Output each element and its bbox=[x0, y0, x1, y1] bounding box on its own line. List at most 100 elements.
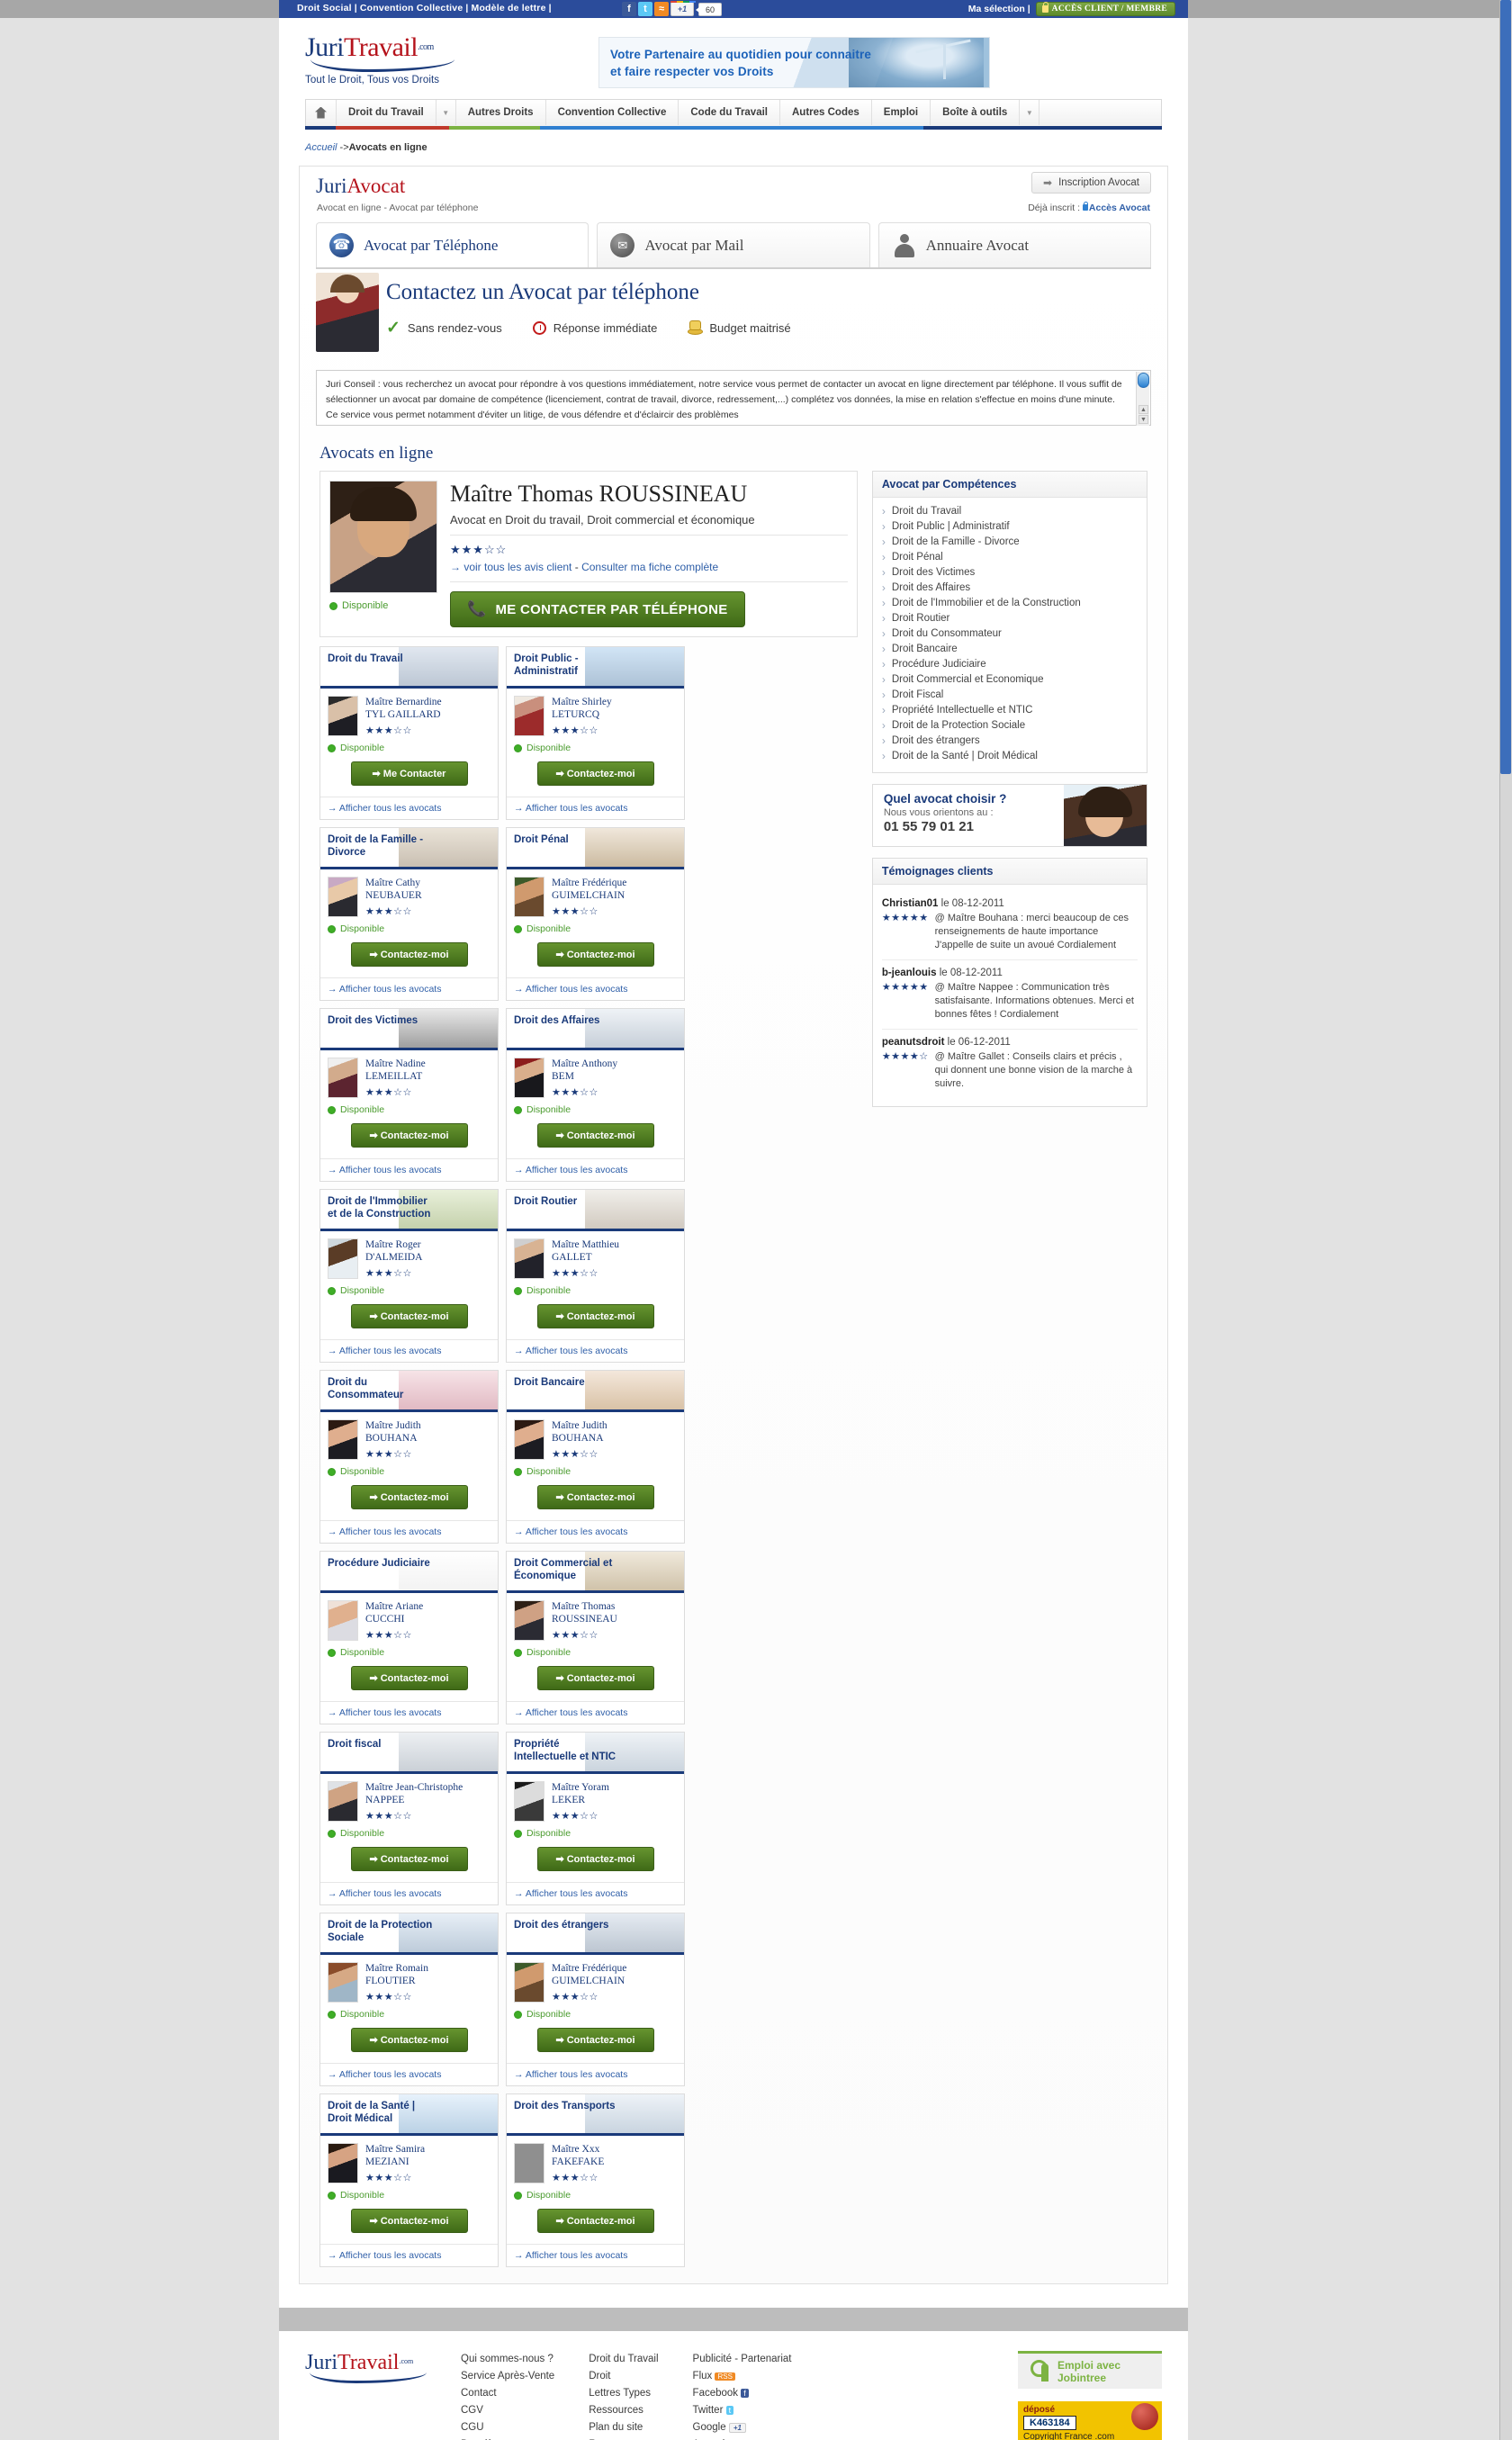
facebook-icon[interactable]: f bbox=[622, 2, 636, 16]
top-link-modele[interactable]: Modèle de lettre bbox=[472, 3, 546, 14]
afficher-tous-link[interactable]: → Afficher tous les avocats bbox=[328, 1165, 441, 1175]
page-scrollbar-thumb[interactable] bbox=[1500, 0, 1511, 774]
footer-link[interactable]: Bannières bbox=[461, 2436, 554, 2440]
competence-item[interactable]: Droit Pénal bbox=[882, 550, 1138, 565]
nav-caret-boite-a-outils[interactable]: ▼ bbox=[1020, 100, 1040, 125]
afficher-tous-link[interactable]: → Afficher tous les avocats bbox=[328, 1707, 441, 1718]
acces-client-button[interactable]: ACCÈS CLIENT / MEMBRE bbox=[1035, 2, 1175, 16]
description-scrollbar[interactable]: ▲ ▼ bbox=[1136, 372, 1149, 426]
afficher-tous-link[interactable]: → Afficher tous les avocats bbox=[328, 1526, 441, 1537]
competence-item[interactable]: Droit du Travail bbox=[882, 504, 1138, 519]
nav-item-droit-du-travail[interactable]: Droit du Travail bbox=[337, 100, 436, 125]
afficher-tous-link[interactable]: → Afficher tous les avocats bbox=[514, 803, 627, 814]
scroll-up-icon[interactable]: ▲ bbox=[1138, 405, 1148, 414]
afficher-tous-link[interactable]: → Afficher tous les avocats bbox=[328, 1888, 441, 1899]
scroll-down-icon[interactable]: ▼ bbox=[1138, 415, 1148, 424]
header-banner[interactable]: Votre Partenaire au quotidien pour conna… bbox=[598, 37, 990, 88]
nav-home[interactable] bbox=[306, 100, 337, 125]
site-logo[interactable]: JuriTravail.com Tout le Droit, Tous vos … bbox=[305, 32, 499, 86]
google-plus-icon[interactable]: +1 bbox=[670, 1, 696, 16]
top-link-convention[interactable]: Convention Collective bbox=[360, 3, 463, 14]
contact-button[interactable]: ➡ Contactez-moi bbox=[536, 1485, 654, 1509]
afficher-tous-link[interactable]: → Afficher tous les avocats bbox=[514, 1346, 627, 1356]
contact-button[interactable]: ➡ Contactez-moi bbox=[350, 1304, 468, 1328]
acces-avocat-link[interactable]: Accès Avocat bbox=[1089, 203, 1150, 213]
breadcrumb-home[interactable]: Accueil bbox=[305, 142, 337, 153]
nav-caret-droit-du-travail[interactable]: ▼ bbox=[436, 100, 456, 125]
competence-item[interactable]: Droit des Affaires bbox=[882, 581, 1138, 596]
contact-button[interactable]: ➡ Me Contacter bbox=[350, 761, 468, 786]
contact-button[interactable]: ➡ Contactez-moi bbox=[536, 942, 654, 967]
contact-button[interactable]: ➡ Contactez-moi bbox=[350, 1847, 468, 1871]
contact-button[interactable]: ➡ Contactez-moi bbox=[350, 1123, 468, 1148]
footer-logo[interactable]: JuriTravail.com bbox=[305, 2351, 427, 2440]
tab-annuaire-avocat[interactable]: Annuaire Avocat bbox=[878, 222, 1151, 267]
footer-link[interactable]: CGU bbox=[461, 2419, 554, 2436]
competence-item[interactable]: Procédure Judiciaire bbox=[882, 657, 1138, 672]
competence-item[interactable]: Droit Routier bbox=[882, 611, 1138, 626]
footer-link[interactable]: Lettres Types bbox=[589, 2385, 658, 2402]
footer-link[interactable]: Annuaire avocat bbox=[693, 2436, 792, 2440]
description-scrollbox[interactable]: Juri Conseil : vous recherchez un avocat… bbox=[316, 370, 1151, 426]
nav-item-code-du-travail[interactable]: Code du Travail bbox=[679, 100, 780, 125]
page-scrollbar[interactable] bbox=[1499, 0, 1512, 2440]
footer-link[interactable]: Plan du site bbox=[589, 2419, 658, 2436]
competence-item[interactable]: Droit de l'Immobilier et de la Construct… bbox=[882, 596, 1138, 611]
afficher-tous-link[interactable]: → Afficher tous les avocats bbox=[514, 2250, 627, 2261]
contact-button[interactable]: ➡ Contactez-moi bbox=[536, 2028, 654, 2052]
afficher-tous-link[interactable]: → Afficher tous les avocats bbox=[328, 1346, 441, 1356]
nav-item-emploi[interactable]: Emploi bbox=[872, 100, 932, 125]
competence-item[interactable]: Droit du Consommateur bbox=[882, 626, 1138, 642]
contact-button[interactable]: ➡ Contactez-moi bbox=[350, 1666, 468, 1690]
footer-link[interactable]: Droit du Travail bbox=[589, 2351, 658, 2368]
competence-item[interactable]: Propriété Intellectuelle et NTIC bbox=[882, 703, 1138, 718]
footer-link[interactable]: Recrutement bbox=[589, 2436, 658, 2440]
footer-link[interactable]: Facebook f bbox=[693, 2385, 792, 2402]
afficher-tous-link[interactable]: → Afficher tous les avocats bbox=[328, 2250, 441, 2261]
link-voir-avis[interactable]: → voir tous les avis client bbox=[450, 561, 572, 573]
afficher-tous-link[interactable]: → Afficher tous les avocats bbox=[514, 1165, 627, 1175]
competence-item[interactable]: Droit Bancaire bbox=[882, 642, 1138, 657]
footer-link[interactable]: Droit bbox=[589, 2368, 658, 2385]
ma-selection-link[interactable]: Ma sélection | bbox=[968, 4, 1030, 14]
tab-avocat-par-mail[interactable]: Avocat par Mail bbox=[597, 222, 870, 267]
footer-link[interactable]: Contact bbox=[461, 2385, 554, 2402]
competence-item[interactable]: Droit Public | Administratif bbox=[882, 519, 1138, 535]
nav-item-autres-droits[interactable]: Autres Droits bbox=[456, 100, 546, 125]
afficher-tous-link[interactable]: → Afficher tous les avocats bbox=[514, 984, 627, 995]
footer-link[interactable]: Google +1 bbox=[693, 2419, 792, 2436]
competence-item[interactable]: Droit de la Protection Sociale bbox=[882, 718, 1138, 734]
link-fiche-complete[interactable]: Consulter ma fiche complète bbox=[581, 561, 718, 573]
footer-link[interactable]: CGV bbox=[461, 2402, 554, 2419]
afficher-tous-link[interactable]: → Afficher tous les avocats bbox=[328, 984, 441, 995]
tab-avocat-par-telephone[interactable]: Avocat par Téléphone bbox=[316, 222, 590, 267]
contact-button[interactable]: ➡ Contactez-moi bbox=[350, 2028, 468, 2052]
twitter-icon[interactable]: t bbox=[638, 2, 652, 16]
footer-link[interactable]: Ressources bbox=[589, 2402, 658, 2419]
jobintree-badge[interactable]: Emploi avec Jobintree bbox=[1018, 2351, 1162, 2389]
contact-button[interactable]: ➡ Contactez-moi bbox=[536, 2209, 654, 2233]
competence-item[interactable]: Droit des étrangers bbox=[882, 734, 1138, 749]
afficher-tous-link[interactable]: → Afficher tous les avocats bbox=[514, 1526, 627, 1537]
contact-button[interactable]: ➡ Contactez-moi bbox=[536, 1847, 654, 1871]
footer-link[interactable]: Twitter t bbox=[693, 2402, 792, 2419]
footer-link[interactable]: Service Après-Vente bbox=[461, 2368, 554, 2385]
afficher-tous-link[interactable]: → Afficher tous les avocats bbox=[514, 1707, 627, 1718]
competence-item[interactable]: Droit de la Santé | Droit Médical bbox=[882, 749, 1138, 764]
contact-button[interactable]: ➡ Contactez-moi bbox=[536, 1666, 654, 1690]
inscription-avocat-button[interactable]: ➡ Inscription Avocat bbox=[1031, 172, 1151, 194]
contact-by-phone-button[interactable]: 📞 ME CONTACTER PAR TÉLÉPHONE bbox=[450, 591, 745, 627]
footer-link[interactable]: Flux RSS bbox=[693, 2368, 792, 2385]
afficher-tous-link[interactable]: → Afficher tous les avocats bbox=[328, 2069, 441, 2080]
rss-icon[interactable]: ≈ bbox=[654, 2, 669, 16]
nav-item-autres-codes[interactable]: Autres Codes bbox=[780, 100, 872, 125]
footer-link[interactable]: Qui sommes-nous ? bbox=[461, 2351, 554, 2368]
competence-item[interactable]: Droit Commercial et Economique bbox=[882, 672, 1138, 688]
contact-button[interactable]: ➡ Contactez-moi bbox=[350, 2209, 468, 2233]
contact-button[interactable]: ➡ Contactez-moi bbox=[350, 1485, 468, 1509]
contact-button[interactable]: ➡ Contactez-moi bbox=[536, 761, 654, 786]
description-scrollbar-thumb[interactable] bbox=[1138, 373, 1149, 388]
competence-item[interactable]: Droit Fiscal bbox=[882, 688, 1138, 703]
afficher-tous-link[interactable]: → Afficher tous les avocats bbox=[328, 803, 441, 814]
top-link-droit-social[interactable]: Droit Social bbox=[297, 3, 352, 14]
